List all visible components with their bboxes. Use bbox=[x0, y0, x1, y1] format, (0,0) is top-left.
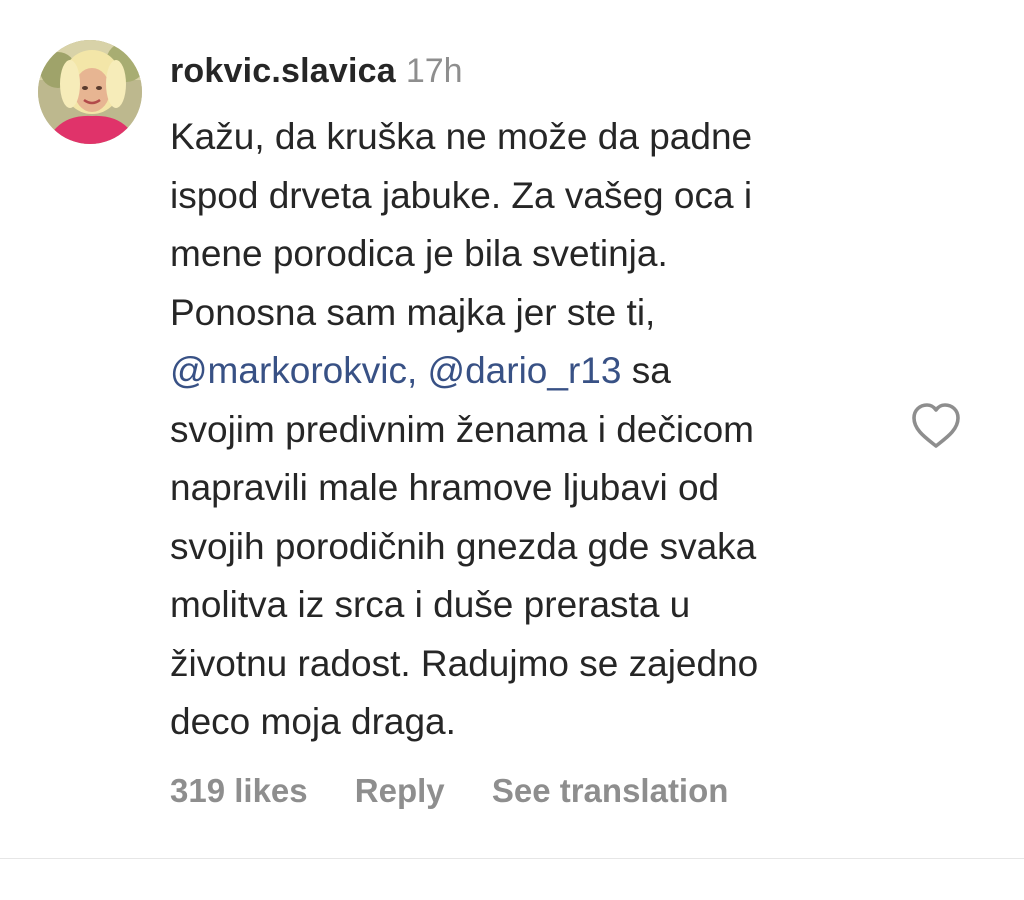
likes-count-link[interactable]: 319 likes bbox=[170, 772, 308, 810]
comment-line: napravili male hramove ljubavi od bbox=[170, 467, 720, 508]
comment-line: ispod drveta jabuke. Za vašeg oca i bbox=[170, 174, 753, 216]
comment-actions: 319 likes Reply See translation bbox=[170, 772, 766, 820]
comment-line: deco moja draga. bbox=[170, 701, 456, 742]
comment-item: rokvic.slavica 17h Kažu, da kruška ne mož… bbox=[0, 0, 1024, 859]
heart-outline-icon bbox=[912, 403, 960, 448]
timestamp[interactable]: 17h bbox=[406, 52, 463, 90]
avatar[interactable] bbox=[38, 40, 142, 144]
mention-link-dario-r13[interactable]: @dario_r13 bbox=[428, 350, 622, 391]
comment-line-tail: sa bbox=[631, 350, 671, 391]
comment-line-mentions: @markorokvic, @dario_r13 sa bbox=[170, 342, 890, 401]
comment-line: Kažu, da kruška ne može da padne bbox=[170, 116, 753, 157]
like-button[interactable] bbox=[908, 400, 964, 452]
comment-line: Ponosna sam majka jer ste ti, bbox=[170, 291, 656, 333]
comment-line: svojim predivnim ženama i dečicom bbox=[170, 408, 754, 450]
username-link[interactable]: rokvic.slavica bbox=[170, 52, 396, 90]
comment-text: Kažu, da kruška ne može da padne ispod d… bbox=[170, 108, 890, 752]
comment-line: molitva iz srca i duše prerasta u bbox=[170, 584, 691, 625]
comment-line: životnu radost. Radujmo se zajedno bbox=[170, 642, 759, 684]
see-translation-button[interactable]: See translation bbox=[492, 772, 729, 810]
comment-header: rokvic.slavica 17h bbox=[170, 52, 463, 96]
reply-button[interactable]: Reply bbox=[355, 772, 445, 810]
mention-link-markorokvic[interactable]: @markorokvic, bbox=[170, 350, 417, 391]
comment-line: mene porodica je bila svetinja. bbox=[170, 233, 668, 274]
comment-line: svojih porodičnih gnezda gde svaka bbox=[170, 525, 757, 567]
avatar-image bbox=[38, 40, 142, 144]
